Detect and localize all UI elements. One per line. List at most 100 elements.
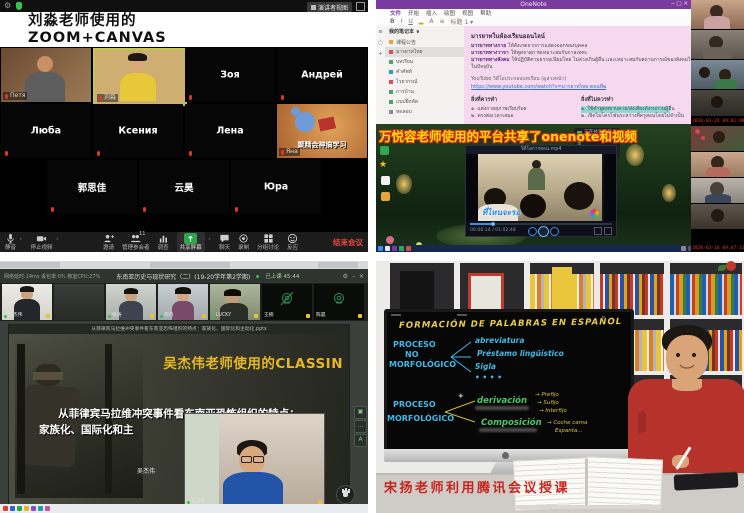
camera-off-tile[interactable]: 王楠	[262, 284, 312, 320]
pptx-titlebar[interactable]: 从菲律宾马拉维冲突事件看东南亚恐怖组织的特点：家族化、国际化和主动化.pptx	[9, 325, 349, 334]
strip-video-tile[interactable]	[691, 90, 744, 116]
taskbar[interactable]	[0, 504, 368, 513]
minimize-icon[interactable]: –	[352, 273, 355, 280]
video-tile[interactable]: Ксения	[93, 104, 183, 158]
tab-home[interactable]: 开始	[408, 9, 419, 17]
video-caret[interactable]: ˆ	[56, 238, 60, 246]
tab-insert[interactable]: 插入	[426, 9, 437, 17]
section-item[interactable]: ทดสอบ	[385, 107, 464, 117]
end-meeting-button[interactable]: 结束会议	[333, 237, 363, 248]
video-tile[interactable]: Лена	[185, 104, 275, 158]
tab-file[interactable]: 文件	[390, 9, 401, 17]
folder-icon[interactable]	[381, 192, 390, 201]
mute-caret[interactable]: ˆ	[19, 238, 23, 246]
fullscreen-button[interactable]	[604, 227, 612, 235]
chat-button[interactable]: 聊天	[219, 233, 230, 251]
search-icon[interactable]: ○	[378, 40, 383, 46]
strip-video-tile[interactable]	[691, 0, 744, 29]
breakout-rooms-button[interactable]: 分组讨论	[257, 233, 279, 251]
strip-video-tile[interactable]	[691, 152, 744, 177]
video-tile[interactable]: Андрей	[277, 48, 367, 102]
board-tools-button[interactable]: ▣	[354, 406, 367, 419]
strip-video-tile[interactable]	[691, 60, 744, 89]
notebook-header[interactable]: 我的笔记本 ∨	[385, 26, 464, 37]
taskbar-onenote[interactable]	[392, 246, 397, 251]
section-item[interactable]: คำศัพท์	[385, 67, 464, 77]
window-controls[interactable]: ⚙–✕	[343, 273, 364, 280]
taskbar-icon[interactable]	[3, 506, 8, 511]
video-tile[interactable]: 郭思佳	[47, 160, 137, 214]
video-tile[interactable]: Юра	[231, 160, 321, 214]
student-video-tile[interactable]: 张涛	[106, 284, 156, 320]
student-video-tile[interactable]: LUCKY	[210, 284, 260, 320]
taskbar-app[interactable]	[385, 246, 390, 251]
prev-button[interactable]	[528, 227, 537, 236]
video-player-window[interactable]: วิดีโอการสอน.mp4 ที่ไหนจะรอ 00:06:14 / 0…	[465, 145, 617, 237]
taskbar-icon[interactable]	[38, 506, 43, 511]
strip-video-tile[interactable]	[691, 204, 744, 229]
presenter-camera-overlay[interactable]: 吴杰伟	[184, 413, 325, 507]
share-screen-button[interactable]: 共享屏幕	[177, 232, 205, 252]
video-tile[interactable]: Люба	[1, 104, 91, 158]
favorites-star-icon[interactable]: ★	[379, 160, 387, 170]
text-tool-button[interactable]: A	[354, 434, 367, 447]
player-titlebar[interactable]: วิดีโอการสอน.mp4	[466, 146, 616, 154]
tab-help[interactable]: 帮助	[480, 9, 491, 17]
share-caret[interactable]: ˆ	[208, 238, 212, 246]
section-item[interactable]: บทเรียน	[385, 57, 464, 67]
windows-taskbar[interactable]	[376, 245, 695, 252]
active-speaker-tile[interactable]: 刘淼	[93, 48, 187, 106]
section-item[interactable]: การบ้าน	[385, 87, 464, 97]
video-tile[interactable]: Зоя	[185, 48, 275, 102]
mute-button[interactable]: 静音	[5, 233, 16, 251]
settings-gear-icon[interactable]: ⚙	[343, 273, 348, 280]
underline-icon[interactable]: U	[408, 18, 412, 25]
record-button[interactable]: 录制	[238, 233, 249, 251]
pptx-window[interactable]: 从菲律宾马拉维冲突事件看东南亚恐怖组织的特点：家族化、国际化和主动化.pptx …	[8, 324, 350, 506]
taskbar-app[interactable]	[406, 246, 411, 251]
stop-video-button[interactable]: 停止视频	[31, 233, 53, 251]
raise-hand-button[interactable]	[336, 485, 355, 504]
fullscreen-icon[interactable]	[356, 2, 365, 11]
next-button[interactable]	[550, 227, 559, 236]
seek-handle[interactable]	[491, 222, 495, 226]
section-item[interactable]: ไวยากรณ์	[385, 77, 464, 87]
strip-video-tile[interactable]	[691, 30, 744, 59]
chat-panel-button[interactable]: …	[354, 420, 367, 433]
highlight-icon[interactable]: ▂	[419, 18, 424, 25]
tablet[interactable]	[674, 471, 739, 490]
video-tile[interactable]: Петя	[1, 48, 91, 102]
strip-video-tile[interactable]	[691, 126, 744, 151]
bold-icon[interactable]: B	[390, 18, 395, 25]
speaker-view-button[interactable]: 演讲者视图	[307, 2, 352, 13]
camera-off-tile[interactable]: 陈晨	[314, 284, 364, 320]
section-item[interactable]: 课程公告	[385, 37, 464, 47]
document-icon[interactable]	[381, 176, 390, 185]
video-tile[interactable]: 云昊	[139, 160, 229, 214]
taskbar-icon[interactable]	[10, 506, 15, 511]
playlist-button[interactable]	[594, 227, 602, 235]
app-icon[interactable]	[380, 146, 389, 155]
classin-titlebar[interactable]: 网络延时:14ms 丢包率:0% 教室CPU:27% 东南亚历史与现状研究（二）…	[0, 269, 368, 283]
teacher-video-tile[interactable]: 吴杰伟	[2, 284, 52, 320]
seek-bar[interactable]	[470, 223, 612, 225]
onenote-titlebar[interactable]: OneNote ─ □ ✕	[376, 0, 691, 9]
play-button[interactable]	[538, 226, 549, 237]
sync-icon[interactable]: +	[378, 51, 383, 57]
participants-button[interactable]: 11 管理参会者	[122, 233, 150, 251]
tray-icon[interactable]	[681, 246, 686, 251]
section-item[interactable]: แบบฝึกหัด	[385, 97, 464, 107]
style-dropdown[interactable]: 标题 1 ▾	[451, 17, 474, 26]
strip-video-tile[interactable]	[691, 178, 744, 203]
taskbar-icon[interactable]	[24, 506, 29, 511]
notebooks-icon[interactable]: ≡	[378, 29, 383, 35]
close-icon[interactable]: ✕	[359, 273, 364, 280]
youtube-link[interactable]: https://www.youtube.com/watch?v=มารยาทไท…	[471, 83, 681, 91]
security-shield-icon[interactable]	[16, 2, 22, 10]
student-video-tile[interactable]: 李丹	[158, 284, 208, 320]
start-icon[interactable]	[378, 246, 383, 251]
onenote-page[interactable]: มารยาทในห้องเรียนออนไลน์ มารยาททางกายให้…	[464, 26, 705, 134]
empty-video-tile[interactable]	[54, 284, 104, 320]
taskbar-app[interactable]	[399, 246, 404, 251]
font-color-icon[interactable]: A	[429, 18, 433, 25]
